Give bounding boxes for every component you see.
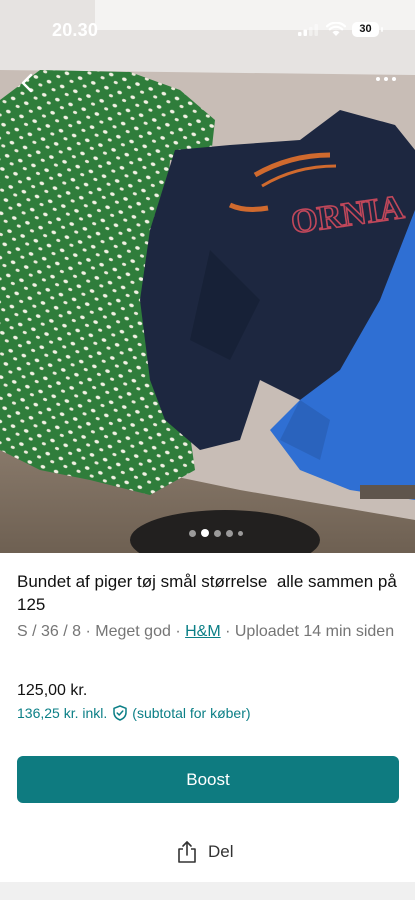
carousel-dot[interactable] <box>226 529 233 537</box>
share-button[interactable]: Del <box>176 838 234 866</box>
item-price: 125,00 kr. <box>17 682 88 699</box>
carousel-dot-active[interactable] <box>201 529 209 537</box>
item-meta: S / 36 / 8 · Meget god · H&M · Uploadet … <box>17 620 402 643</box>
wifi-icon <box>326 22 346 36</box>
back-arrow-icon[interactable] <box>14 70 40 96</box>
more-dots-icon[interactable] <box>374 72 398 86</box>
item-uploaded: Uploadet 14 min siden <box>234 623 395 640</box>
status-bar: 20.30 30 <box>0 0 415 60</box>
shield-check-icon <box>113 705 128 721</box>
carousel-dot[interactable] <box>238 530 243 536</box>
item-size: S / 36 / 8 <box>17 623 82 640</box>
item-photo[interactable]: ORNIA 20.30 30 <box>0 0 415 553</box>
carousel-dot[interactable] <box>189 529 196 537</box>
status-time: 20.30 <box>52 20 99 40</box>
meta-separator: · <box>81 623 96 640</box>
listing-page: ORNIA 20.30 30 Bundet af piger tøj smål … <box>0 0 415 900</box>
item-title: Bundet af piger tøj smål størrelse alle … <box>17 572 402 614</box>
battery-icon: 30 <box>352 22 379 37</box>
meta-separator: · <box>220 623 235 640</box>
price-incl-fee[interactable]: 136,25 kr. inkl. (subtotal for køber) <box>17 705 251 721</box>
share-label: Del <box>208 842 234 861</box>
meta-separator: · <box>170 623 186 640</box>
item-details: Bundet af piger tøj smål størrelse alle … <box>17 570 402 643</box>
signal-icon <box>298 24 318 36</box>
bottom-strip <box>0 882 415 900</box>
battery-cap <box>381 27 383 32</box>
share-icon <box>178 841 196 863</box>
photo-scene: ORNIA <box>0 0 415 553</box>
price-incl-note: (subtotal for køber) <box>132 705 251 721</box>
carousel-dots[interactable] <box>189 529 243 537</box>
boost-button[interactable]: Boost <box>17 756 399 803</box>
battery-level: 30 <box>359 23 372 35</box>
carousel-dot[interactable] <box>214 529 221 537</box>
price-incl-amount: 136,25 kr. inkl. <box>17 705 108 721</box>
item-condition: Meget god <box>95 623 171 640</box>
brand-link[interactable]: H&M <box>185 623 221 640</box>
